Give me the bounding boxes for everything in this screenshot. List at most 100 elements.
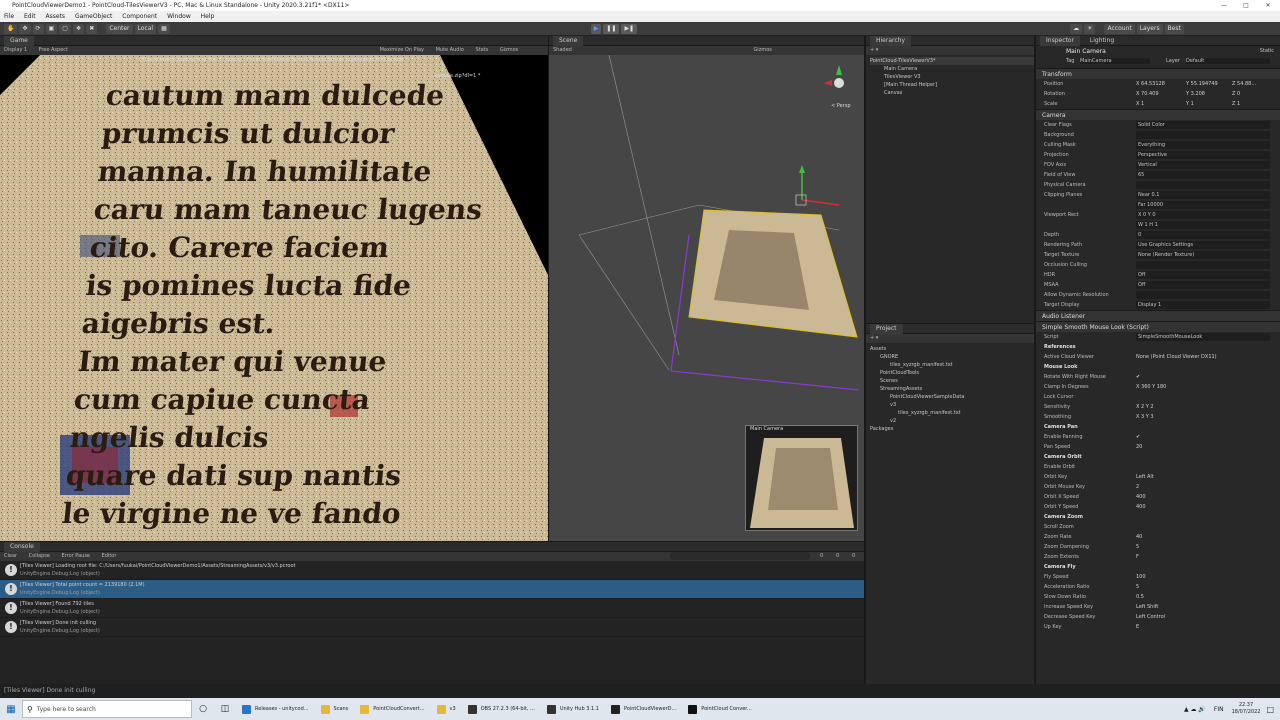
- property-value[interactable]: [1136, 291, 1270, 299]
- project-item[interactable]: Packages: [870, 425, 1034, 433]
- tab-scene[interactable]: Scene: [553, 36, 584, 46]
- rotation-y[interactable]: Y 3.208: [1186, 89, 1205, 99]
- taskbar-app-button[interactable]: OBS 27.2.3 (64-bit, ...: [462, 698, 541, 720]
- pivot-local-button[interactable]: Local: [134, 23, 157, 34]
- position-y[interactable]: Y 55.194749: [1186, 79, 1218, 89]
- console-search-input[interactable]: [670, 552, 810, 560]
- game-render-canvas[interactable]: cautum mam dulcede prumcis ut dulcior ma…: [0, 55, 548, 541]
- step-icon[interactable]: ▶❚: [621, 23, 638, 34]
- property-value[interactable]: Off: [1136, 281, 1270, 289]
- console-log-entry[interactable]: ! [Tiles Viewer] Found 792 tiles UnityEngi…: [0, 599, 864, 618]
- windows-start-icon[interactable]: ▦: [0, 704, 22, 715]
- task-view-icon[interactable]: ◫: [214, 704, 236, 714]
- property-value[interactable]: E: [1136, 622, 1139, 632]
- custom-tool-icon[interactable]: ✖: [86, 23, 98, 34]
- taskbar-app-button[interactable]: v3: [431, 698, 462, 720]
- minimize-icon[interactable]: —: [1214, 0, 1234, 11]
- tag-dropdown[interactable]: MainCamera: [1080, 58, 1150, 64]
- scale-y[interactable]: Y 1: [1186, 99, 1194, 109]
- property-value[interactable]: Near 0.1: [1136, 191, 1270, 199]
- clear-button[interactable]: Clear: [4, 553, 17, 559]
- property-value[interactable]: ✔: [1136, 372, 1140, 382]
- project-item[interactable]: Assets: [870, 345, 1034, 353]
- shading-mode-dropdown[interactable]: Shaded: [553, 47, 572, 53]
- rotate-tool-icon[interactable]: ⟳: [32, 23, 44, 34]
- property-value[interactable]: Left Control: [1136, 612, 1165, 622]
- property-value[interactable]: Solid Color: [1136, 121, 1270, 129]
- menu-edit[interactable]: Edit: [24, 13, 36, 20]
- scene-render-canvas[interactable]: < Persp Main Camera: [549, 55, 864, 541]
- mouse-look-script-header[interactable]: Simple Smooth Mouse Look (Script): [1036, 321, 1280, 332]
- mute-audio-toggle[interactable]: Mute Audio: [436, 47, 464, 53]
- project-item[interactable]: Scenes: [870, 377, 1034, 385]
- property-value[interactable]: 0.5: [1136, 592, 1144, 602]
- collab-icon[interactable]: ☀: [1084, 23, 1096, 34]
- persp-label[interactable]: < Persp: [831, 103, 851, 109]
- layout-dropdown[interactable]: Best: [1164, 23, 1184, 34]
- transform-header[interactable]: Transform: [1036, 68, 1280, 79]
- property-value[interactable]: [1136, 131, 1270, 139]
- property-value[interactable]: W 1 H 1: [1136, 221, 1270, 229]
- property-value[interactable]: Everything: [1136, 141, 1270, 149]
- property-value[interactable]: 400: [1136, 492, 1146, 502]
- error-pause-button[interactable]: Error Pause: [62, 553, 90, 559]
- menu-assets[interactable]: Assets: [46, 13, 66, 20]
- property-value[interactable]: 65: [1136, 171, 1270, 179]
- position-z[interactable]: Z 54.88...: [1232, 79, 1256, 89]
- tab-console[interactable]: Console: [4, 542, 40, 552]
- property-value[interactable]: 2: [1136, 482, 1139, 492]
- property-value[interactable]: 5: [1136, 542, 1139, 552]
- taskbar-app-button[interactable]: Unity Hub 3.1.1: [541, 698, 605, 720]
- hierarchy-item-canvas[interactable]: Canvas: [870, 89, 1034, 97]
- project-item[interactable]: v3: [870, 401, 1034, 409]
- property-value[interactable]: [1136, 261, 1270, 269]
- collapse-button[interactable]: Collapse: [29, 553, 50, 559]
- menu-file[interactable]: File: [4, 13, 14, 20]
- rotation-x[interactable]: X 70.409: [1136, 89, 1159, 99]
- property-value[interactable]: 400: [1136, 502, 1146, 512]
- tray-icons[interactable]: ▲ ☁ 🔊: [1184, 706, 1206, 713]
- taskbar-app-button[interactable]: Scans: [315, 698, 355, 720]
- hierarchy-item-main-camera[interactable]: Main Camera: [870, 65, 1034, 73]
- taskbar-app-button[interactable]: PointCloudViewerD...: [605, 698, 682, 720]
- notification-icon[interactable]: □: [1266, 705, 1274, 714]
- scale-x[interactable]: X 1: [1136, 99, 1144, 109]
- property-value[interactable]: None (Point Cloud Viewer DX11): [1136, 352, 1217, 362]
- tab-project[interactable]: Project: [870, 324, 903, 334]
- property-value[interactable]: Off: [1136, 271, 1270, 279]
- property-value[interactable]: X 0 Y 0: [1136, 211, 1270, 219]
- language-indicator[interactable]: FIN: [1214, 706, 1224, 713]
- camera-component-header[interactable]: Camera: [1036, 109, 1280, 120]
- scale-tool-icon[interactable]: ▣: [45, 23, 58, 34]
- maximize-icon[interactable]: □: [1236, 0, 1256, 11]
- property-value[interactable]: 20: [1136, 442, 1142, 452]
- property-value[interactable]: X 3 Y 3: [1136, 412, 1154, 422]
- property-value[interactable]: 100: [1136, 572, 1146, 582]
- pivot-center-button[interactable]: Center: [106, 23, 133, 34]
- property-value[interactable]: [1136, 181, 1270, 189]
- project-item[interactable]: PointCloudViewerSampleData: [870, 393, 1034, 401]
- warning-count[interactable]: 0: [836, 552, 839, 561]
- scene-gizmos-dropdown[interactable]: Gizmos: [753, 47, 771, 53]
- game-gizmos-dropdown[interactable]: Gizmos: [500, 47, 518, 53]
- audio-listener-header[interactable]: Audio Listener: [1036, 310, 1280, 321]
- taskbar-app-button[interactable]: PointCloud Conver...: [682, 698, 757, 720]
- hierarchy-item-scene[interactable]: PointCloud-TilesViewerV3*: [870, 57, 1034, 65]
- grid-snap-icon[interactable]: ▦: [158, 23, 170, 34]
- menu-help[interactable]: Help: [201, 13, 215, 20]
- tab-lighting[interactable]: Lighting: [1084, 36, 1120, 46]
- clock[interactable]: 22.37 18/07/2022: [1232, 702, 1261, 716]
- property-value[interactable]: 40: [1136, 532, 1142, 542]
- property-value[interactable]: Vertical: [1136, 161, 1270, 169]
- property-value[interactable]: Far 10000: [1136, 201, 1270, 209]
- property-value[interactable]: Use Graphics Settings: [1136, 241, 1270, 249]
- menu-window[interactable]: Window: [167, 13, 191, 20]
- project-item[interactable]: GNORE: [870, 353, 1034, 361]
- static-toggle[interactable]: Static: [1260, 48, 1274, 54]
- hierarchy-search-bar[interactable]: + ▾: [866, 46, 1034, 55]
- taskbar-app-button[interactable]: PointCloudConvert...: [354, 698, 430, 720]
- project-item[interactable]: tiles_xyzrgb_manifest.txt: [870, 361, 1034, 369]
- property-value[interactable]: Display 1: [1136, 301, 1270, 309]
- transform-tool-icon[interactable]: ❖: [72, 23, 85, 34]
- property-value[interactable]: X 2 Y 2: [1136, 402, 1154, 412]
